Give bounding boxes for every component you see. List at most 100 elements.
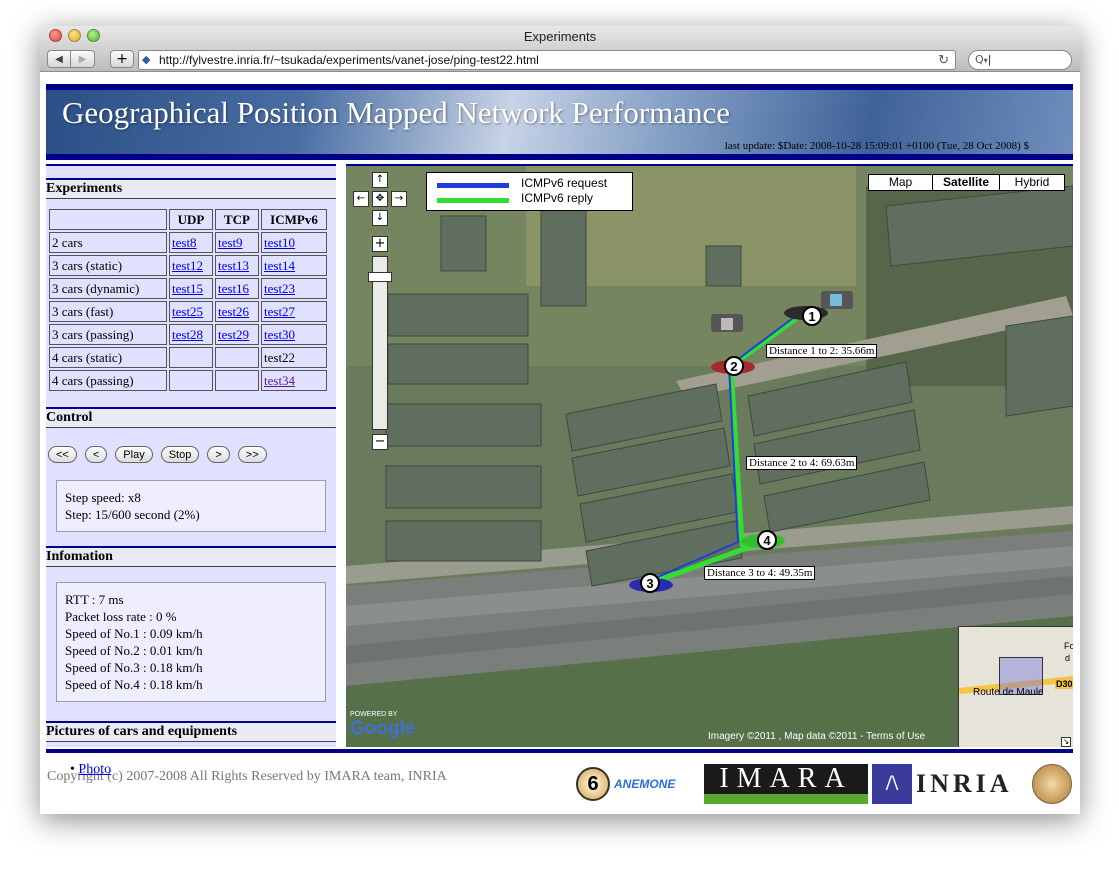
overview-d: d — [1065, 653, 1071, 663]
window-title: Experiments — [523, 29, 597, 44]
last-update: last update: $Date: 2008-10-28 15:09:01 … — [724, 140, 1029, 152]
row-label: 3 cars (fast) — [49, 301, 167, 322]
overview-toggle-icon[interactable]: ↘ — [1061, 737, 1071, 747]
row-label: 3 cars (static) — [49, 255, 167, 276]
test-link[interactable]: test12 — [172, 258, 203, 273]
rewind-button[interactable]: << — [48, 446, 77, 463]
nav-buttons: ◀ ▶ — [47, 50, 95, 68]
step-info-box: Step speed: x8 Step: 15/600 second (2%) — [56, 480, 326, 532]
distance-label: Distance 2 to 4: 69.63m — [746, 456, 858, 470]
imara-logo: IMARA — [704, 764, 868, 804]
back-button[interactable]: ◀ — [47, 50, 71, 68]
test-link[interactable]: test9 — [218, 235, 243, 250]
map-type-hybrid[interactable]: Hybrid — [1000, 174, 1065, 191]
step-progress: Step: 15/600 second (2%) — [65, 507, 200, 522]
ipv6-logo: 6 — [576, 767, 610, 801]
seal-logo — [1032, 764, 1072, 804]
map-nav-control: ↑ ← ✥ → ↓ + − — [352, 172, 408, 452]
table-header-row: UDP TCP ICMPv6 — [49, 209, 327, 230]
overview-road-label: Route de Maule — [973, 687, 1044, 698]
reload-icon[interactable]: ↻ — [938, 51, 949, 69]
test-link[interactable]: test26 — [218, 304, 249, 319]
pan-center-icon[interactable]: ✥ — [372, 191, 388, 207]
row-label: 4 cars (passing) — [49, 370, 167, 391]
info-line: Packet loss rate : 0 % — [65, 609, 177, 624]
page-banner: Geographical Position Mapped Network Per… — [46, 84, 1073, 160]
node-marker-3[interactable]: 3 — [640, 573, 660, 593]
map-type-control: Map Satellite Hybrid — [868, 174, 1065, 191]
header-udp: UDP — [169, 209, 213, 230]
footer-rule — [46, 749, 1073, 753]
node-marker-4[interactable]: 4 — [757, 530, 777, 550]
step-back-button[interactable]: < — [84, 446, 108, 463]
sidebar-top-rule — [46, 164, 336, 174]
address-bar[interactable]: ◆ http://fylvestre.inria.fr/~tsukada/exp… — [138, 50, 956, 70]
add-bookmark-button[interactable]: + — [110, 50, 134, 68]
test-link[interactable]: test25 — [172, 304, 203, 319]
row-label: 2 cars — [49, 232, 167, 253]
title-bar: Experiments ◀ ▶ + ◆ http://fylvestre.inr… — [40, 26, 1080, 72]
pan-up-icon[interactable]: ↑ — [372, 172, 388, 188]
test-link[interactable]: test15 — [172, 281, 203, 296]
photo-link[interactable]: Photo — [78, 762, 111, 777]
row-label: 4 cars (static) — [49, 347, 167, 368]
control-heading: Control — [46, 407, 336, 428]
test-link[interactable]: test10 — [264, 235, 295, 250]
map-type-map[interactable]: Map — [868, 174, 933, 191]
site-icon: ◆ — [142, 54, 151, 66]
pictures-heading: Pictures of cars and equipments — [46, 721, 336, 742]
zoom-out-icon[interactable]: − — [372, 434, 388, 450]
pan-right-icon[interactable]: → — [391, 191, 407, 207]
info-line: Speed of No.1 : 0.09 km/h — [65, 626, 203, 641]
test-link[interactable]: test27 — [264, 304, 295, 319]
inria-logo: INRIA — [916, 769, 1013, 798]
header-tcp: TCP — [215, 209, 259, 230]
anemone-logo: ANEMONE — [614, 777, 676, 791]
map-type-satellite[interactable]: Satellite — [933, 174, 1000, 191]
step-forward-button[interactable]: > — [207, 446, 230, 463]
row-label: 3 cars (passing) — [49, 324, 167, 345]
zoom-slider-track[interactable] — [372, 256, 388, 430]
satellite-map[interactable]: 1 2 3 4 Distance 1 to 2: 35.66m Distance… — [346, 164, 1073, 747]
empty-cell — [215, 347, 259, 368]
overview-map[interactable]: Route de Maule D30 Fo d ↘ — [958, 626, 1073, 747]
experiments-heading: Experiments — [46, 178, 336, 199]
zoom-in-icon[interactable]: + — [372, 236, 388, 252]
test-link[interactable]: test29 — [218, 327, 249, 342]
search-field[interactable]: Q▾| — [968, 50, 1072, 70]
test-link[interactable]: test14 — [264, 258, 295, 273]
playback-controls: << < Play Stop > >> — [48, 446, 336, 463]
step-speed: Step speed: x8 — [65, 490, 141, 505]
zoom-slider-handle[interactable] — [368, 272, 392, 282]
test-link[interactable]: test23 — [264, 281, 295, 296]
forward-button[interactable]: ▶ — [71, 50, 95, 68]
test-link[interactable]: test13 — [218, 258, 249, 273]
test-link[interactable]: test30 — [264, 327, 295, 342]
node-marker-1[interactable]: 1 — [802, 306, 822, 326]
overview-road-code: D30 — [1055, 679, 1073, 689]
table-row: 3 cars (passing) test28 test29 test30 — [49, 324, 327, 345]
test-link[interactable]: test28 — [172, 327, 203, 342]
photo-list-item: • Photo — [70, 762, 112, 777]
information-box: RTT : 7 ms Packet loss rate : 0 % Speed … — [56, 582, 326, 702]
test-link[interactable]: test34 — [264, 373, 295, 388]
pan-down-icon[interactable]: ↓ — [372, 210, 388, 226]
legend-request: ICMPv6 request — [521, 176, 608, 190]
empty-cell — [169, 370, 213, 391]
google-logo: Google — [350, 718, 416, 739]
pan-left-icon[interactable]: ← — [353, 191, 369, 207]
distance-label: Distance 1 to 2: 35.66m — [766, 344, 878, 358]
map-attribution[interactable]: Imagery ©2011 , Map data ©2011 - Terms o… — [708, 731, 925, 742]
fast-forward-button[interactable]: >> — [237, 446, 267, 463]
test-link[interactable]: test8 — [172, 235, 197, 250]
current-test: test22 — [261, 347, 327, 368]
play-button[interactable]: Play — [115, 446, 153, 463]
request-swatch — [437, 183, 509, 188]
information-heading: Infomation — [46, 546, 336, 567]
stop-button[interactable]: Stop — [160, 446, 200, 463]
reply-swatch — [437, 198, 509, 203]
node-marker-2[interactable]: 2 — [724, 356, 744, 376]
browser-window: Experiments ◀ ▶ + ◆ http://fylvestre.inr… — [40, 26, 1080, 814]
inria-emblem: /\ — [872, 764, 912, 804]
test-link[interactable]: test16 — [218, 281, 249, 296]
